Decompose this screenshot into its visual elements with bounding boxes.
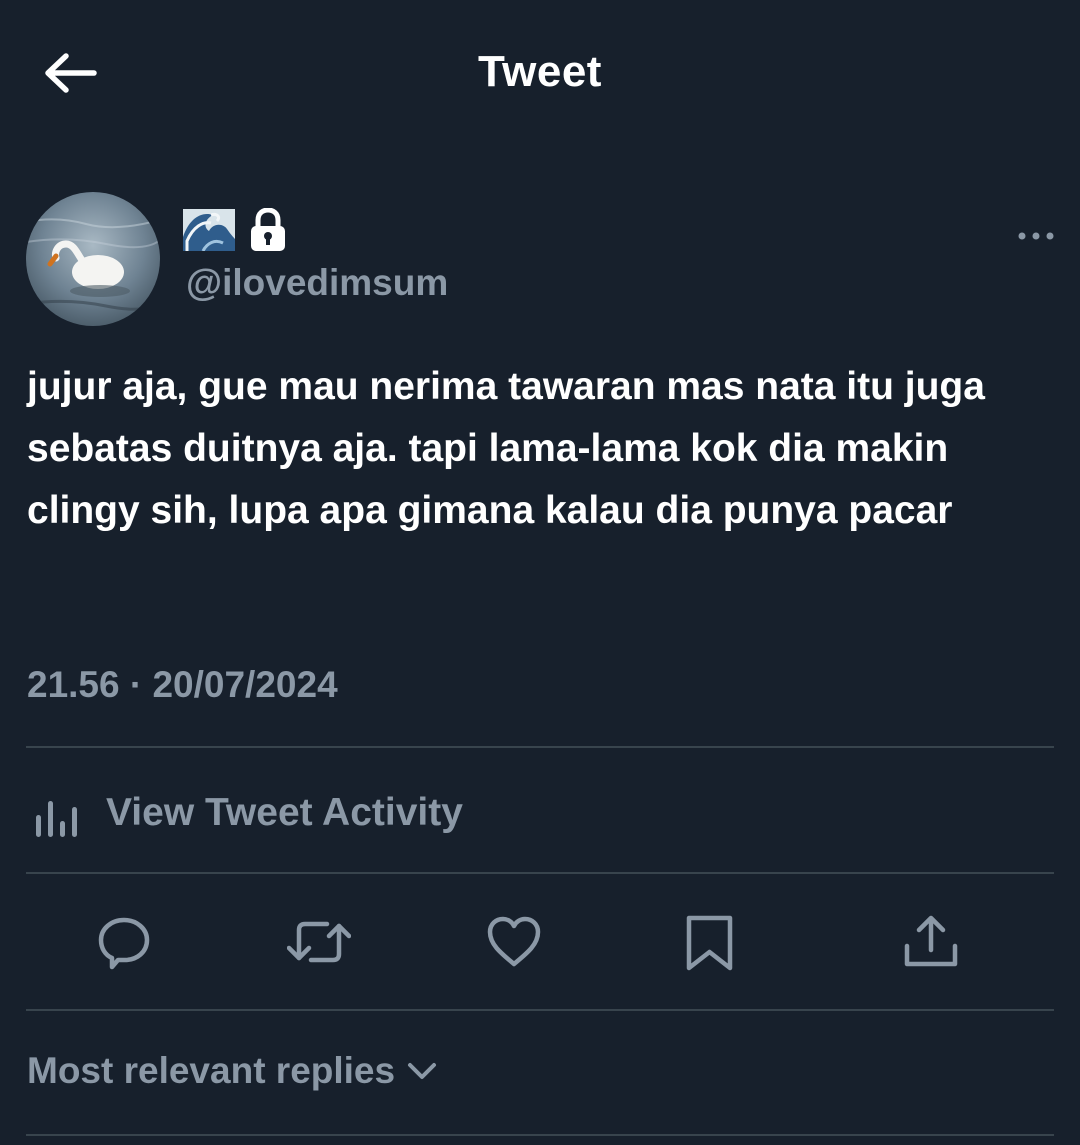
- lock-icon: [251, 208, 285, 251]
- author-handle[interactable]: @ilovedimsum: [186, 262, 448, 304]
- reply-button[interactable]: [94, 912, 154, 972]
- swan-photo-avatar: [26, 192, 160, 326]
- tweet-author-row: @ilovedimsum: [0, 190, 1080, 330]
- like-button[interactable]: [484, 912, 544, 972]
- avatar[interactable]: [26, 192, 160, 326]
- share-icon: [904, 915, 958, 967]
- activity-label: View Tweet Activity: [106, 791, 463, 834]
- divider: [26, 746, 1054, 748]
- more-options-button[interactable]: [1016, 226, 1056, 246]
- tweet-timestamp: 21.56 · 20/07/2024: [27, 664, 338, 705]
- replies-sort-label: Most relevant replies: [27, 1050, 396, 1091]
- reply-icon: [98, 917, 150, 970]
- water-wave-emoji: [183, 209, 235, 251]
- tweet-text: jujur aja, gue mau nerima tawaran mas na…: [27, 365, 985, 532]
- retweet-icon: [287, 921, 351, 963]
- chevron-down-icon: [408, 1063, 437, 1079]
- view-tweet-activity-button[interactable]: View Tweet Activity: [26, 780, 463, 846]
- heart-icon: [487, 916, 541, 967]
- retweet-button[interactable]: [287, 912, 351, 972]
- top-nav-bar: Tweet: [0, 0, 1080, 150]
- bookmark-icon: [686, 915, 733, 971]
- page-title: Tweet: [478, 47, 602, 96]
- divider: [26, 1134, 1054, 1136]
- more-dots-icon: [1018, 232, 1054, 240]
- divider: [26, 1009, 1054, 1011]
- bar-chart-icon: [36, 801, 77, 837]
- tweet-action-bar: [0, 900, 1080, 984]
- share-button[interactable]: [901, 912, 961, 972]
- replies-sort-dropdown[interactable]: Most relevant replies: [27, 1050, 437, 1092]
- display-name[interactable]: [183, 206, 287, 254]
- bookmark-button[interactable]: [680, 912, 740, 972]
- divider: [26, 872, 1054, 874]
